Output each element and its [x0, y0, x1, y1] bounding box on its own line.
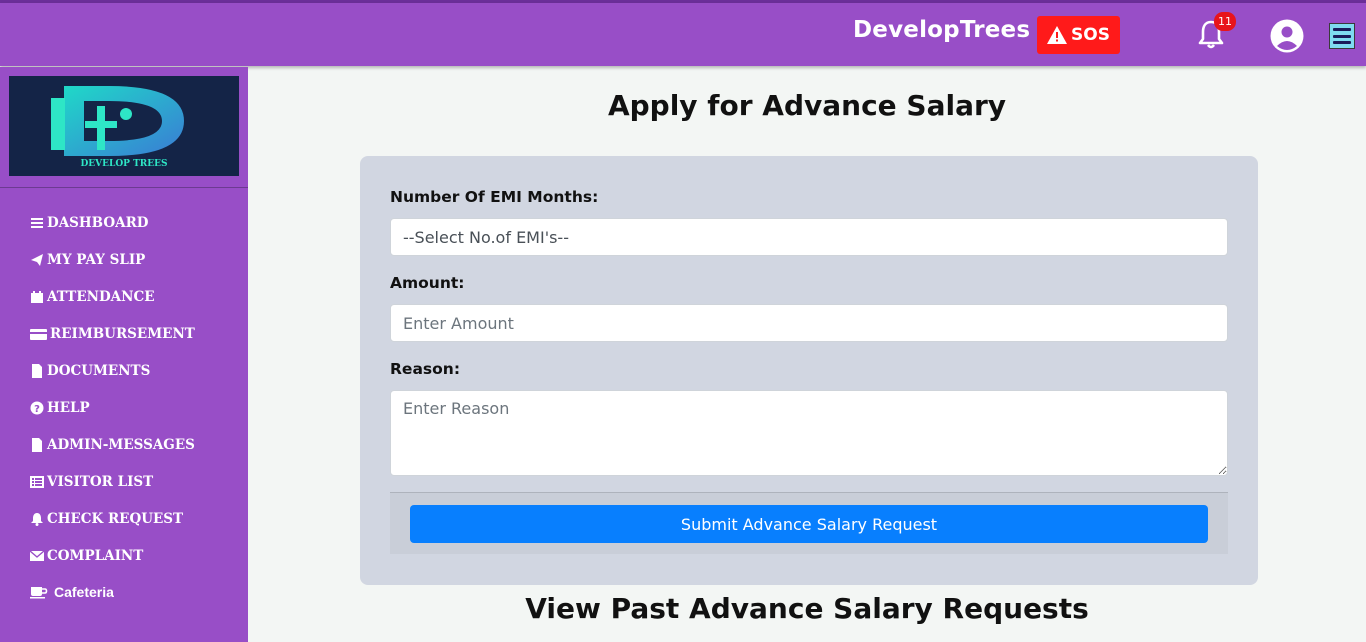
list-icon: [30, 476, 44, 488]
sidebar-item-label: MY PAY SLIP: [47, 252, 146, 268]
sidebar-item-dashboard[interactable]: DASHBOARD: [30, 213, 149, 233]
sidebar-divider: [0, 187, 248, 188]
reason-label: Reason:: [390, 360, 461, 378]
sidebar-item-attendance[interactable]: ATTENDANCE: [30, 287, 155, 307]
logo-text: DEVELOP TREES: [81, 159, 168, 169]
advance-salary-form: Number Of EMI Months: --Select No.of EMI…: [360, 156, 1258, 585]
sidebar-item-label: DOCUMENTS: [47, 363, 151, 379]
sidebar-item-label: DASHBOARD: [47, 215, 149, 231]
logo-graphic: DEVELOP TREES: [51, 86, 184, 169]
sidebar-item-label: VISITOR LIST: [47, 474, 154, 490]
amount-label: Amount:: [390, 274, 465, 292]
sidebar-item-cafeteria[interactable]: Cafeteria: [30, 582, 114, 602]
sos-label: SOS: [1071, 25, 1110, 45]
file-icon: [32, 438, 42, 452]
credit-card-icon: [30, 329, 47, 340]
emi-months-label: Number Of EMI Months:: [390, 188, 599, 206]
reason-textarea[interactable]: [390, 390, 1228, 476]
sidebar-item-reimbursement[interactable]: REIMBURSEMENT: [30, 324, 195, 344]
sidebar-item-label: COMPLAINT: [47, 548, 144, 564]
sidebar-item-complaint[interactable]: COMPLAINT: [30, 546, 143, 566]
form-footer: Submit Advance Salary Request: [390, 492, 1228, 554]
sidebar-item-label: REIMBURSEMENT: [50, 326, 195, 342]
sidebar-item-visitor-list[interactable]: VISITOR LIST: [30, 472, 153, 492]
question-circle-icon: ?: [30, 401, 44, 415]
sidebar-item-label: Cafeteria: [54, 584, 114, 600]
paper-plane-icon: [31, 254, 43, 266]
emi-months-select[interactable]: --Select No.of EMI's--: [390, 218, 1228, 256]
top-navbar: DevelopTrees SOS 11: [0, 3, 1366, 66]
sidebar-item-check-request[interactable]: CHECK REQUEST: [30, 509, 183, 529]
sidebar-item-documents[interactable]: DOCUMENTS: [30, 361, 150, 381]
svg-text:?: ?: [34, 404, 40, 415]
past-requests-title: View Past Advance Salary Requests: [525, 592, 1089, 625]
bell-icon: [31, 513, 43, 526]
submit-advance-salary-button[interactable]: Submit Advance Salary Request: [410, 505, 1208, 543]
notification-badge: 11: [1214, 12, 1236, 31]
sidebar-item-label: HELP: [47, 400, 90, 416]
sidebar-item-label: ATTENDANCE: [47, 289, 155, 305]
sidebar: DEVELOP TREES DASHBOARD MY PAY SLIP ATTE…: [0, 67, 248, 642]
warning-icon: [1047, 26, 1068, 44]
coffee-icon: [30, 587, 48, 599]
bars-icon: [31, 218, 43, 228]
page-title: Apply for Advance Salary: [607, 89, 1007, 122]
user-circle-icon[interactable]: [1270, 19, 1304, 53]
hamburger-menu-button[interactable]: [1329, 23, 1355, 49]
sidebar-item-my-pay-slip[interactable]: MY PAY SLIP: [30, 250, 145, 270]
sidebar-item-admin-messages[interactable]: ADMIN-MESSAGES: [30, 435, 195, 455]
sidebar-item-label: CHECK REQUEST: [47, 511, 184, 527]
envelope-icon: [30, 550, 44, 561]
sos-button[interactable]: SOS: [1037, 16, 1120, 54]
calendar-icon: [31, 291, 43, 303]
company-logo: DEVELOP TREES: [9, 76, 239, 176]
brand-title[interactable]: DevelopTrees: [853, 17, 1030, 43]
sidebar-item-help[interactable]: ? HELP: [30, 398, 90, 418]
sidebar-item-label: ADMIN-MESSAGES: [47, 437, 195, 453]
amount-input[interactable]: [390, 304, 1228, 342]
file-icon: [32, 364, 42, 378]
